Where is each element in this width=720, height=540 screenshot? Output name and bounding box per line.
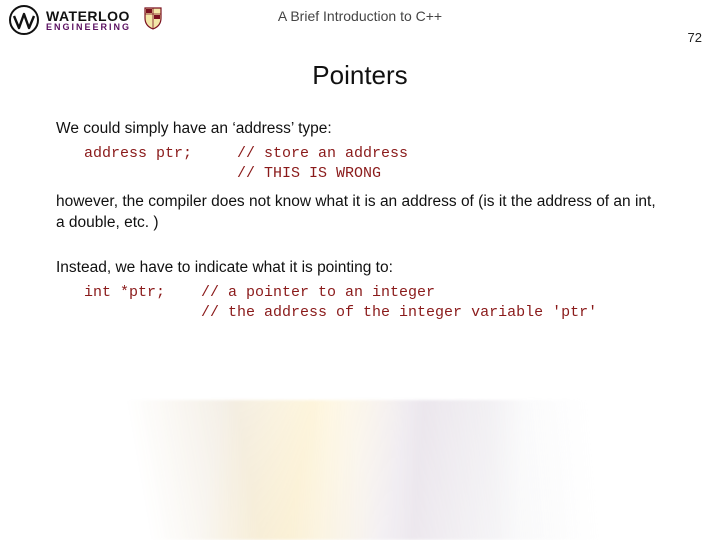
document-subtitle: A Brief Introduction to C++ bbox=[0, 8, 720, 24]
page-number: 72 bbox=[688, 30, 702, 45]
code-block-2: int *ptr; // a pointer to an integer // … bbox=[84, 283, 664, 324]
paragraph-1: We could simply have an ‘address’ type: bbox=[56, 119, 664, 140]
paragraph-3: Instead, we have to indicate what it is … bbox=[56, 258, 664, 279]
paragraph-2: however, the compiler does not know what… bbox=[56, 192, 664, 234]
code-block-1: address ptr; // store an address // THIS… bbox=[84, 144, 664, 185]
slide-title: Pointers bbox=[0, 60, 720, 91]
slide-body: We could simply have an ‘address’ type: … bbox=[0, 119, 720, 324]
header: WATERLOO ENGINEERING A Brief Introductio… bbox=[0, 0, 720, 46]
background-art bbox=[0, 400, 720, 540]
